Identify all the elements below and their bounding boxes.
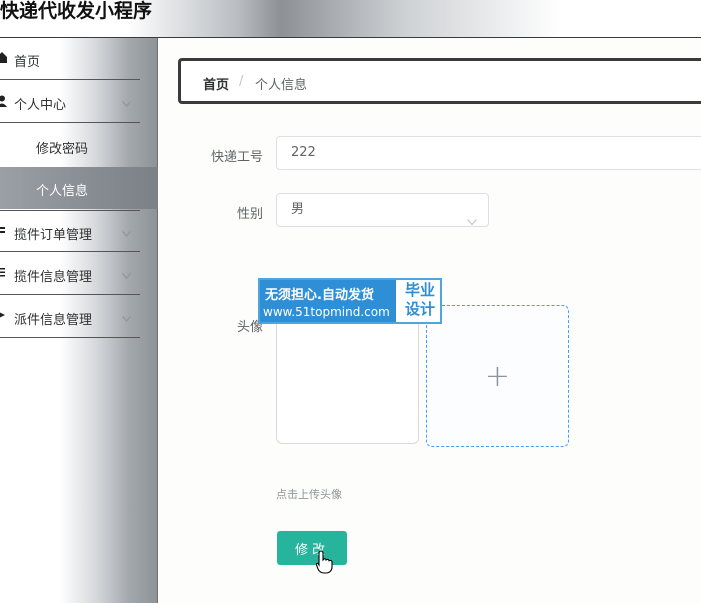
watermark-url: www.51topmind.com: [263, 305, 390, 319]
watermark-right: 毕业 设计: [400, 281, 440, 319]
watermark-line1: 无须担心.自动发货: [265, 288, 374, 303]
sidebar-item-home[interactable]: 首页: [0, 38, 140, 80]
watermark-banner: 无须担心.自动发货 www.51topmind.com 毕业 设计: [258, 278, 442, 324]
list-icon: [0, 267, 7, 279]
hand-cursor-icon: [315, 550, 334, 574]
sidebar-item-label: 个人信息: [36, 184, 89, 199]
chevron-down-icon: [122, 268, 131, 279]
avatar-upload-hint: 点击上传头像: [276, 488, 342, 501]
sidebar-item-label: 个人中心: [14, 98, 67, 113]
chevron-down-icon: [122, 311, 131, 322]
courier-id-label: 快递工号: [211, 150, 264, 165]
sidebar-item-label: 修改密码: [36, 142, 89, 157]
sidebar-item-label: 派件信息管理: [14, 313, 93, 328]
home-icon: [0, 52, 7, 64]
top-header: 快递代收发小程序: [0, 0, 701, 38]
sidebar-item-pickup-orders[interactable]: 揽件订单管理: [0, 210, 140, 252]
send-icon: [0, 310, 7, 322]
gender-select-value: 男: [291, 202, 305, 217]
submit-button[interactable]: 修改: [277, 531, 347, 565]
chevron-down-icon: [467, 207, 477, 226]
breadcrumb: 首页 / 个人信息: [178, 58, 701, 104]
avatar-upload-button[interactable]: +: [426, 305, 569, 447]
sidebar-item-personal-info[interactable]: 个人信息: [0, 167, 158, 209]
gender-label: 性别: [237, 207, 264, 222]
sidebar-item-label: 首页: [14, 55, 41, 70]
sidebar: 首页 个人中心 修改密码 个人信息 揽件订单管理 揽件信息管理 派件信息管理: [0, 38, 158, 603]
gender-select[interactable]: 男: [276, 193, 489, 227]
menu-icon: [0, 225, 7, 237]
user-icon: [0, 95, 7, 107]
breadcrumb-current: 个人信息: [255, 78, 308, 93]
sidebar-item-pickup-info[interactable]: 揽件信息管理: [0, 253, 140, 295]
chevron-down-icon: [122, 96, 131, 107]
sidebar-item-delivery-info[interactable]: 派件信息管理: [0, 296, 140, 338]
app-title: 快递代收发小程序: [0, 0, 153, 22]
courier-id-field[interactable]: 222: [276, 136, 701, 170]
breadcrumb-home-link[interactable]: 首页: [203, 74, 229, 93]
sidebar-item-change-password[interactable]: 修改密码: [0, 125, 158, 167]
plus-icon: +: [484, 358, 511, 394]
watermark-right-line1: 毕业: [404, 281, 435, 299]
watermark-left: 无须担心.自动发货 www.51topmind.com: [260, 280, 396, 322]
sidebar-item-label: 揽件订单管理: [14, 228, 93, 243]
chevron-down-icon: [122, 226, 131, 237]
sidebar-item-label: 揽件信息管理: [14, 270, 93, 285]
watermark-right-line2: 设计: [404, 300, 435, 318]
breadcrumb-separator: /: [239, 74, 244, 89]
sidebar-item-personal-center[interactable]: 个人中心: [0, 81, 140, 123]
